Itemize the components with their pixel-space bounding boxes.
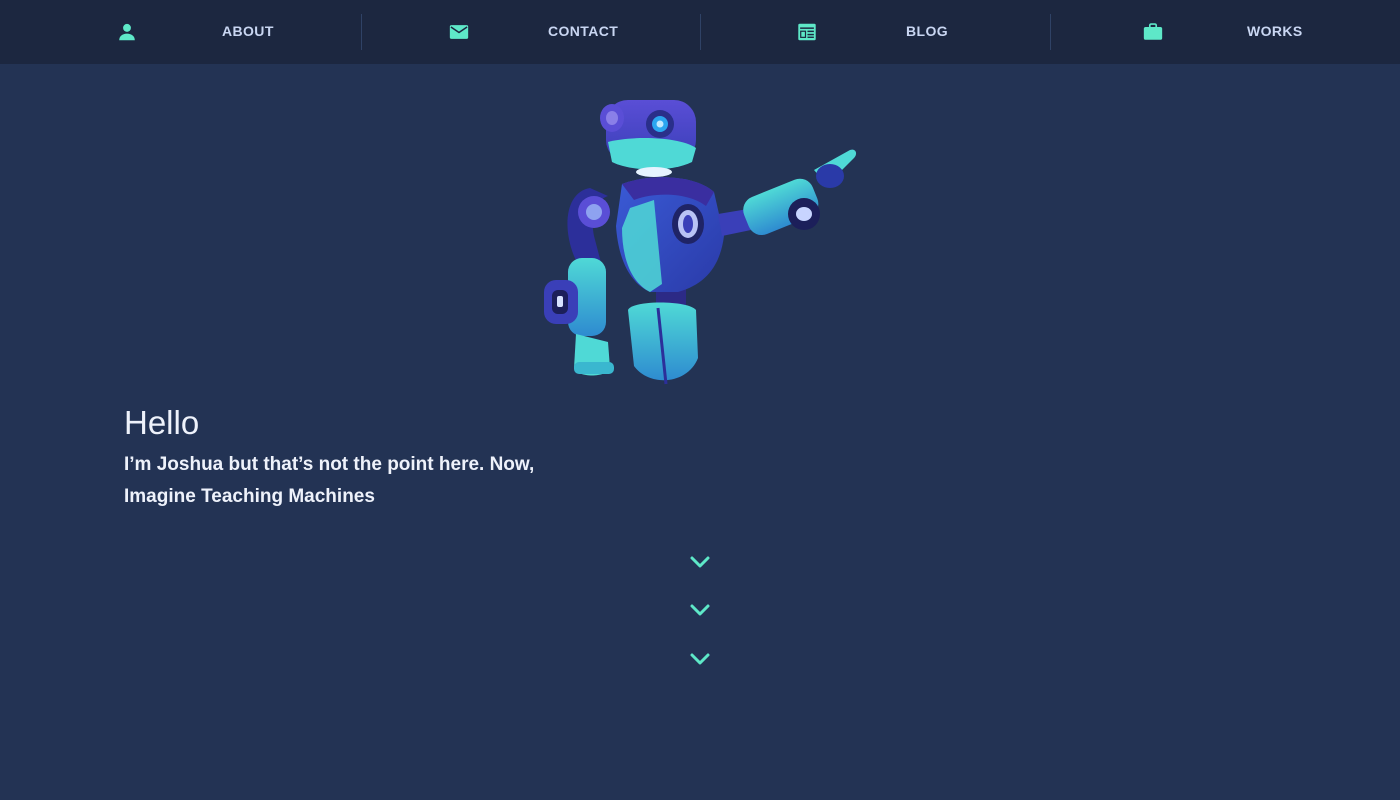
mail-icon xyxy=(449,25,469,39)
nav-label-contact: CONTACT xyxy=(548,23,619,39)
nav-divider xyxy=(700,14,701,50)
robot-illustration xyxy=(544,100,857,385)
top-navigation: ABOUT CONTACT BLOG WORKS xyxy=(0,0,1400,64)
chevron-down-icon[interactable] xyxy=(688,554,712,570)
briefcase-icon xyxy=(1143,23,1163,40)
nav-divider xyxy=(361,14,362,50)
newspaper-icon xyxy=(798,23,816,41)
hero-intro-line2: Imagine Teaching Machines xyxy=(124,486,375,507)
nav-item-contact[interactable]: CONTACT xyxy=(350,0,700,64)
nav-item-blog[interactable]: BLOG xyxy=(700,0,1050,64)
nav-label-about: ABOUT xyxy=(222,23,274,39)
nav-label-works: WORKS xyxy=(1247,23,1303,39)
chevron-down-icon[interactable] xyxy=(688,602,712,618)
hero-intro-line1: I’m Joshua but that’s not the point here… xyxy=(124,454,535,475)
chevron-down-icon[interactable] xyxy=(688,651,712,667)
hero-intro: I’m Joshua but that’s not the point here… xyxy=(124,449,644,513)
nav-item-about[interactable]: ABOUT xyxy=(0,0,350,64)
hero-greeting: Hello xyxy=(124,404,200,441)
nav-label-blog: BLOG xyxy=(906,23,949,39)
nav-item-works[interactable]: WORKS xyxy=(1050,0,1400,64)
person-icon xyxy=(119,23,135,41)
nav-divider xyxy=(1050,14,1051,50)
